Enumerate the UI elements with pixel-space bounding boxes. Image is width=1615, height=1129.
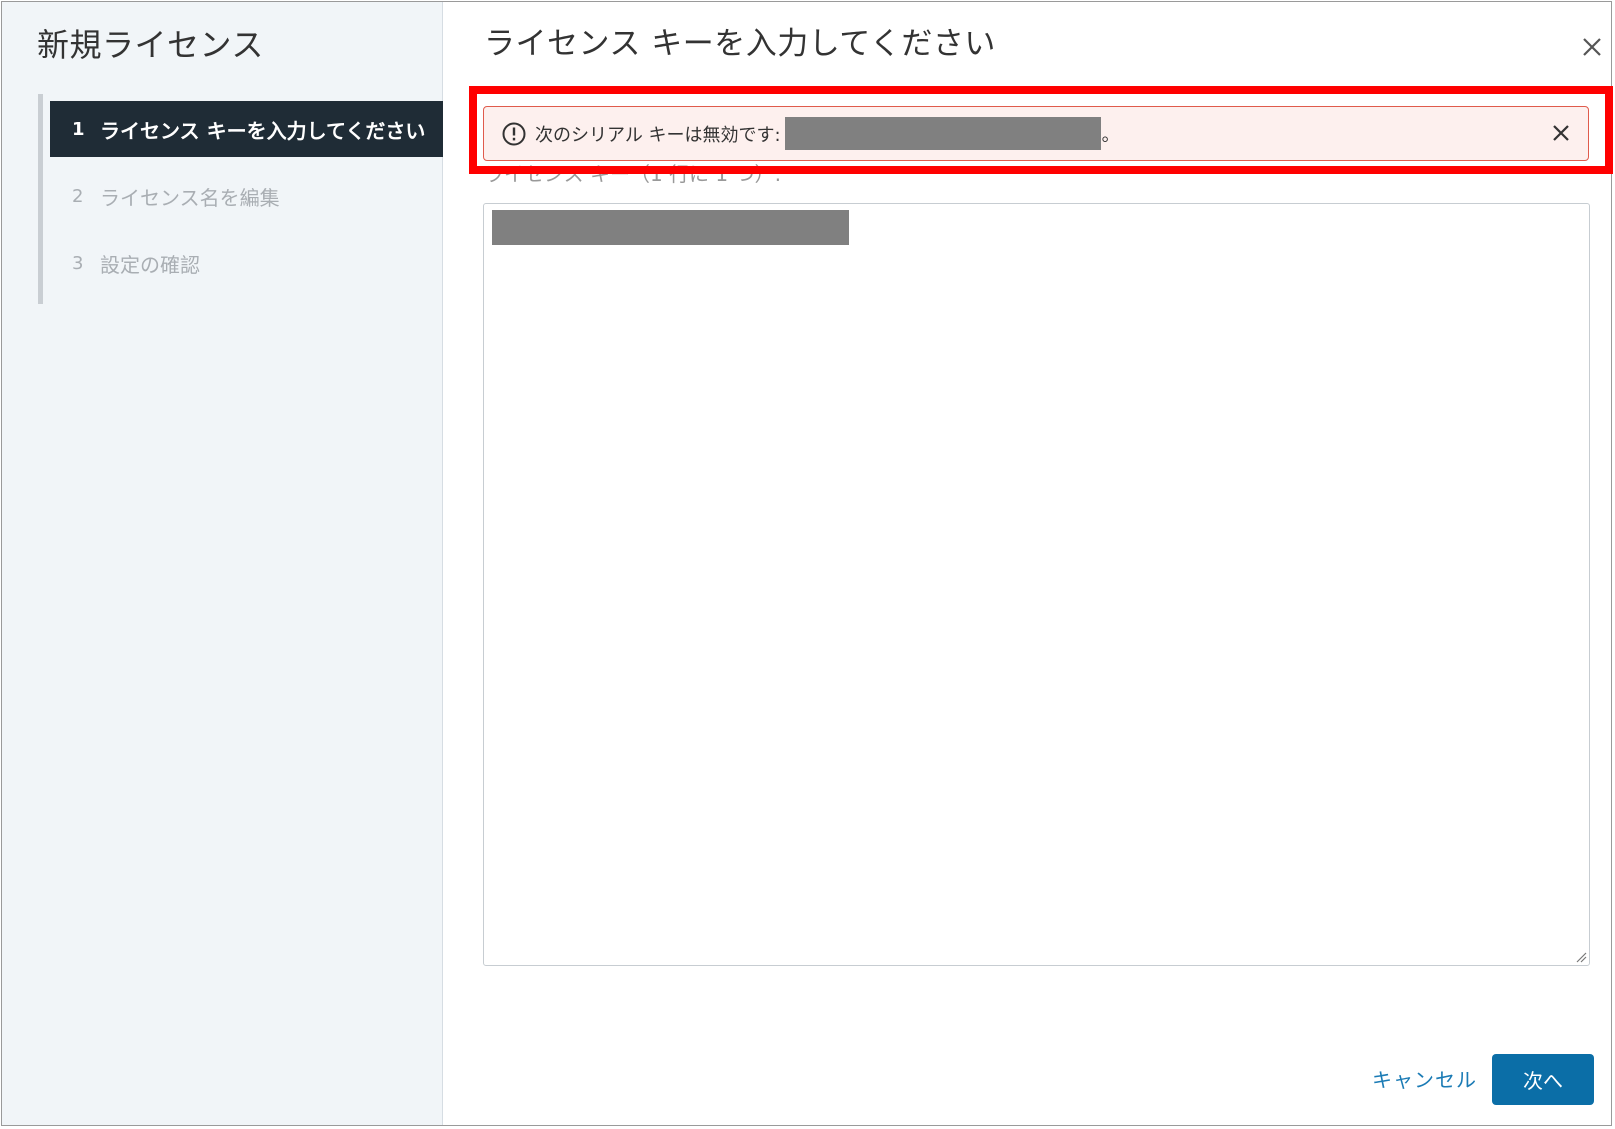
wizard-steps: 1 ライセンス キーを入力してください 2 ライセンス名を編集 3 設定の確認 bbox=[38, 94, 448, 304]
step-enter-license-key[interactable]: 1 ライセンス キーを入力してください bbox=[50, 101, 443, 157]
step-number: 3 bbox=[72, 252, 84, 274]
next-button[interactable]: 次へ bbox=[1492, 1054, 1594, 1105]
step-number: 1 bbox=[72, 118, 85, 140]
page-title: ライセンス キーを入力してください bbox=[484, 26, 996, 62]
license-key-textarea[interactable] bbox=[483, 203, 1590, 966]
wizard-sidebar: 新規ライセンス 1 ライセンス キーを入力してください 2 ライセンス名を編集 … bbox=[2, 2, 443, 1125]
cancel-button[interactable]: キャンセル bbox=[1372, 1064, 1477, 1093]
redacted-license-key bbox=[492, 210, 849, 245]
resize-grip-icon[interactable] bbox=[1573, 949, 1587, 963]
step-label: ライセンス キーを入力してください bbox=[100, 118, 426, 143]
highlight-box bbox=[469, 86, 1613, 174]
step-label: 設定の確認 bbox=[100, 252, 200, 277]
sidebar-title: 新規ライセンス bbox=[37, 26, 264, 64]
step-number: 2 bbox=[72, 185, 84, 207]
close-icon[interactable] bbox=[1577, 32, 1607, 62]
new-license-dialog: 新規ライセンス 1 ライセンス キーを入力してください 2 ライセンス名を編集 … bbox=[1, 1, 1613, 1126]
step-edit-license-name: 2 ライセンス名を編集 bbox=[50, 168, 443, 224]
step-review-settings: 3 設定の確認 bbox=[50, 235, 443, 291]
step-label: ライセンス名を編集 bbox=[100, 185, 280, 210]
